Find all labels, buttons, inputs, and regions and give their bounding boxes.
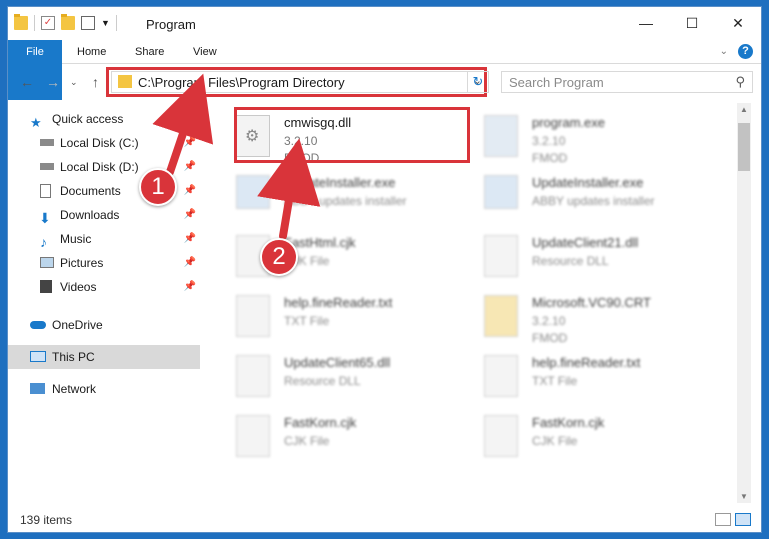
folder-icon <box>14 14 28 30</box>
file-item[interactable]: FastKorn.cjk CJK File <box>476 407 716 467</box>
dll-gear-icon <box>484 235 518 277</box>
dll-gear-icon <box>236 355 270 397</box>
scroll-up-icon[interactable]: ▲ <box>737 105 751 114</box>
step-1-badge: 1 <box>139 168 177 206</box>
title-bar: ✓ ▼ Program — ☐ ✕ <box>8 7 761 40</box>
exe-icon <box>484 115 518 157</box>
file-icon <box>484 415 518 457</box>
file-item[interactable]: help.fineReader.txt TXT File <box>476 347 716 407</box>
back-arrow-icon[interactable]: ← <box>20 74 34 90</box>
cloud-icon <box>30 321 46 329</box>
sidebar-item-this-pc[interactable]: This PC <box>8 345 200 369</box>
pin-icon[interactable]: 📌 <box>184 275 196 299</box>
folder-doc-icon <box>484 295 518 337</box>
file-list: ⚙ cmwisgq.dll 3.2.10 FMOD program.exe 3.… <box>218 105 738 505</box>
pin-icon[interactable]: 📌 <box>184 131 196 155</box>
tab-view[interactable]: View <box>183 40 227 64</box>
refresh-button[interactable]: ↻ <box>467 71 489 93</box>
tab-share[interactable]: Share <box>125 40 174 64</box>
file-item[interactable]: UpdateInstaller.exe ABBY updates install… <box>476 167 716 227</box>
text-file-icon <box>484 355 518 397</box>
file-icon <box>236 415 270 457</box>
download-icon: ⬇ <box>39 210 51 226</box>
recent-chevron-icon[interactable]: ⌄ <box>70 77 78 88</box>
minimize-button[interactable]: — <box>623 7 669 39</box>
file-item[interactable]: UpdateClient65.dll Resource DLL <box>228 347 468 407</box>
large-icons-view-icon[interactable] <box>735 513 751 526</box>
status-bar: 139 items <box>8 508 761 532</box>
pin-icon[interactable]: 📌 <box>184 251 196 275</box>
documents-icon <box>40 184 51 198</box>
sidebar-item-music[interactable]: ♪ Music 📌 <box>8 227 200 251</box>
step-2-badge: 2 <box>260 238 298 276</box>
address-highlight-box <box>106 67 487 97</box>
pin-icon[interactable]: 📌 <box>184 155 196 179</box>
pc-icon <box>30 351 46 362</box>
file-item[interactable]: help.fineReader.txt TXT File <box>228 287 468 347</box>
quick-access-toolbar: ✓ ▼ <box>14 14 117 31</box>
file-item[interactable]: UpdateInstaller.exe ABBY updates install… <box>228 167 468 227</box>
file-item[interactable]: FastKorn.cjk CJK File <box>228 407 468 467</box>
pin-icon[interactable]: 📌 <box>184 179 196 203</box>
sidebar-item-videos[interactable]: Videos 📌 <box>8 275 200 299</box>
videos-icon <box>40 280 52 293</box>
drive-icon <box>40 139 54 146</box>
customize-toolbar-icon[interactable] <box>81 16 95 30</box>
forward-arrow-icon[interactable]: → <box>46 74 60 90</box>
pictures-icon <box>40 257 54 268</box>
file-item[interactable]: program.exe 3.2.10 FMOD <box>476 107 716 167</box>
help-icon[interactable]: ? <box>738 44 753 59</box>
explorer-window: ✓ ▼ Program — ☐ ✕ File Home Share View ⌄… <box>7 6 762 533</box>
file-item[interactable]: Microsoft.VC90.CRT 3.2.10 FMOD <box>476 287 716 347</box>
up-arrow-icon[interactable]: ↑ <box>92 74 99 90</box>
properties-check-icon[interactable]: ✓ <box>41 16 55 30</box>
file-item[interactable]: UpdateClient21.dll Resource DLL <box>476 227 716 287</box>
maximize-button[interactable]: ☐ <box>669 7 715 39</box>
scrollbar-thumb[interactable] <box>738 123 750 171</box>
item-count: 139 items <box>20 513 73 527</box>
music-icon: ♪ <box>40 234 47 250</box>
address-row: ← → ⌄ ↑ C:\Program Files\Program Directo… <box>8 65 761 99</box>
window-title: Program <box>146 17 196 32</box>
sidebar-item-onedrive[interactable]: OneDrive <box>8 313 200 337</box>
search-box[interactable]: Search Program ⚲ <box>501 71 753 93</box>
navigation-pane: ★ Quick access Local Disk (C:) 📌 Local D… <box>8 105 202 505</box>
pin-icon[interactable]: 📌 <box>184 203 196 227</box>
sidebar-item-local-disk-c[interactable]: Local Disk (C:) 📌 <box>8 131 200 155</box>
expand-ribbon-icon[interactable]: ⌄ <box>720 46 728 57</box>
sidebar-item-pictures[interactable]: Pictures 📌 <box>8 251 200 275</box>
drive-icon <box>40 163 54 170</box>
installer-icon <box>484 175 518 209</box>
network-icon <box>30 383 45 394</box>
tab-home[interactable]: Home <box>67 40 116 64</box>
pin-icon[interactable]: 📌 <box>184 227 196 251</box>
vertical-scrollbar[interactable]: ▲ ▼ <box>737 103 751 503</box>
search-input[interactable]: Search Program <box>509 75 604 90</box>
ribbon-tabs: File Home Share View ⌄ ? <box>8 40 761 100</box>
new-folder-icon[interactable] <box>61 14 75 30</box>
chevron-down-icon[interactable]: ▼ <box>101 18 110 28</box>
text-file-icon <box>236 295 270 337</box>
search-icon[interactable]: ⚲ <box>735 74 745 90</box>
scroll-down-icon[interactable]: ▼ <box>737 492 751 501</box>
selected-file-highlight-box <box>234 107 470 163</box>
installer-icon <box>236 175 270 209</box>
sidebar-item-quick-access[interactable]: ★ Quick access <box>8 107 200 131</box>
close-button[interactable]: ✕ <box>715 7 761 39</box>
star-icon: ★ <box>30 115 42 130</box>
sidebar-item-network[interactable]: Network <box>8 377 200 401</box>
sidebar-item-downloads[interactable]: ⬇ Downloads 📌 <box>8 203 200 227</box>
details-view-icon[interactable] <box>715 513 731 526</box>
